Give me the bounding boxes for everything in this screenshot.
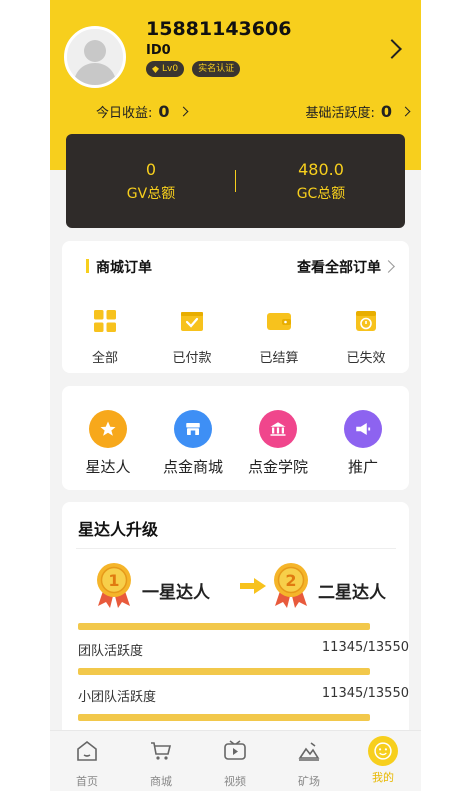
arrow-right-icon [240, 578, 266, 594]
team-activity-row: 团队活跃度 11345/13550 [78, 640, 409, 659]
team-activity-label: 团队活跃度 [78, 644, 144, 659]
chevron-right-icon [400, 106, 411, 117]
diamond-icon [152, 65, 159, 73]
order-filter-paid[interactable]: 已付款 [152, 309, 232, 366]
small-team-activity-row: 小团队活跃度 11345/13550 [78, 686, 409, 705]
bottom-tab-bar: 首页 商城 视频 矿场 我的 [50, 730, 421, 791]
shortcut-label: 星达人 [85, 458, 131, 476]
small-team-activity-value: 11345/13550 [321, 686, 409, 701]
star-icon [89, 410, 127, 448]
user-id: ID0 [146, 43, 171, 58]
wallet-card: 0 GV总额 480.0 GC总额 [66, 134, 405, 228]
order-filter-settled[interactable]: 已结算 [239, 309, 319, 366]
shortcut-promote[interactable]: 推广 [320, 410, 406, 477]
order-filter-label: 已付款 [172, 351, 212, 366]
video-icon [224, 740, 246, 760]
medal-two-icon: 2 [274, 563, 308, 608]
shortcut-label: 点金学院 [247, 458, 308, 476]
tab-label: 商城 [150, 775, 172, 788]
level-badge: Lv0 [146, 61, 185, 77]
tab-label: 首页 [76, 775, 98, 788]
team-activity-bar [78, 623, 370, 630]
shortcuts-card: 星达人 点金商城 点金学院 推广 [62, 386, 409, 490]
medal-two-number: 2 [285, 571, 296, 590]
expired-icon [356, 311, 376, 331]
avatar[interactable] [64, 26, 126, 88]
tab-video[interactable]: 视频 [198, 739, 272, 789]
megaphone-icon [344, 410, 382, 448]
small-team-activity-label: 小团队活跃度 [78, 690, 157, 705]
shortcut-star-talent[interactable]: 星达人 [65, 410, 151, 477]
chevron-right-icon[interactable] [382, 260, 395, 273]
progress-bar [78, 714, 370, 721]
tab-label: 矿场 [298, 775, 320, 788]
base-activity[interactable]: 基础活跃度: 0 [305, 102, 411, 121]
gv-label: GV总额 [126, 186, 176, 202]
wallet-icon [267, 313, 291, 330]
order-filter-expired[interactable]: 已失效 [326, 309, 406, 366]
phone-screen: 15881143606 ID0 Lv0 实名认证 今日收益: 0 基础活跃度: … [50, 0, 421, 791]
divider [76, 548, 396, 549]
tab-home[interactable]: 首页 [50, 739, 124, 789]
store-icon [174, 410, 212, 448]
upgrade-card: 星达人升级 1 一星达人 2 二星达人 团队活跃度 11345/13550 小团… [62, 502, 409, 742]
order-filter-label: 已结算 [259, 351, 299, 366]
upgrade-title: 星达人升级 [78, 520, 159, 539]
tab-label: 视频 [224, 775, 246, 788]
cart-icon [151, 742, 172, 760]
earnings-row: 今日收益: 0 基础活跃度: 0 [50, 100, 421, 124]
gv-value: 0 [145, 160, 157, 179]
chevron-right-icon [178, 106, 188, 117]
tab-shop[interactable]: 商城 [124, 739, 198, 789]
shortcut-label: 点金商城 [162, 458, 223, 476]
grid-icon [94, 310, 116, 332]
shortcut-store[interactable]: 点金商城 [150, 410, 236, 477]
medal-one-number: 1 [108, 571, 119, 590]
home-icon [77, 740, 97, 761]
gc-total[interactable]: 480.0 GC总额 [236, 160, 406, 203]
today-earnings-label: 今日收益: [96, 106, 153, 121]
team-activity-value: 11345/13550 [321, 640, 409, 655]
today-earnings[interactable]: 今日收益: 0 [96, 102, 188, 121]
shortcut-label: 推广 [347, 458, 378, 476]
gv-total[interactable]: 0 GV总额 [66, 160, 236, 203]
verify-badge[interactable]: 实名认证 [192, 61, 241, 77]
view-all-orders-link[interactable]: 查看全部订单 [297, 257, 381, 277]
shortcut-academy[interactable]: 点金学院 [235, 410, 321, 477]
phone-number: 15881143606 [146, 18, 292, 40]
to-level-label: 二星达人 [318, 583, 386, 603]
from-level-label: 一星达人 [142, 583, 210, 603]
academy-icon [259, 410, 297, 448]
tab-label: 我的 [372, 771, 394, 784]
smile-icon [368, 736, 398, 766]
today-earnings-value: 0 [158, 102, 170, 121]
order-filter-label: 全部 [91, 351, 118, 366]
small-team-activity-bar [78, 668, 370, 675]
orders-card: 商城订单 查看全部订单 全部 已付款 已结算 已失效 [62, 241, 409, 373]
gc-value: 480.0 [298, 160, 344, 179]
medal-one-icon: 1 [97, 563, 131, 608]
avatar-icon [67, 29, 123, 85]
paid-icon [181, 312, 203, 331]
tab-mine-field[interactable]: 矿场 [272, 739, 346, 789]
tab-profile[interactable]: 我的 [346, 736, 420, 785]
level-badge-label: Lv0 [162, 64, 179, 74]
order-filter-label: 已失效 [346, 351, 386, 366]
chevron-right-icon[interactable] [382, 39, 402, 59]
order-filter-all[interactable]: 全部 [65, 309, 145, 366]
badge-row: Lv0 实名认证 [146, 61, 241, 77]
orders-title: 商城订单 [86, 257, 152, 277]
orders-title-text: 商城订单 [96, 260, 152, 276]
base-activity-value: 0 [380, 102, 392, 121]
gc-label: GC总额 [296, 186, 346, 202]
mine-icon [298, 742, 320, 761]
verify-badge-label: 实名认证 [198, 64, 235, 74]
base-activity-label: 基础活跃度: [305, 106, 375, 121]
